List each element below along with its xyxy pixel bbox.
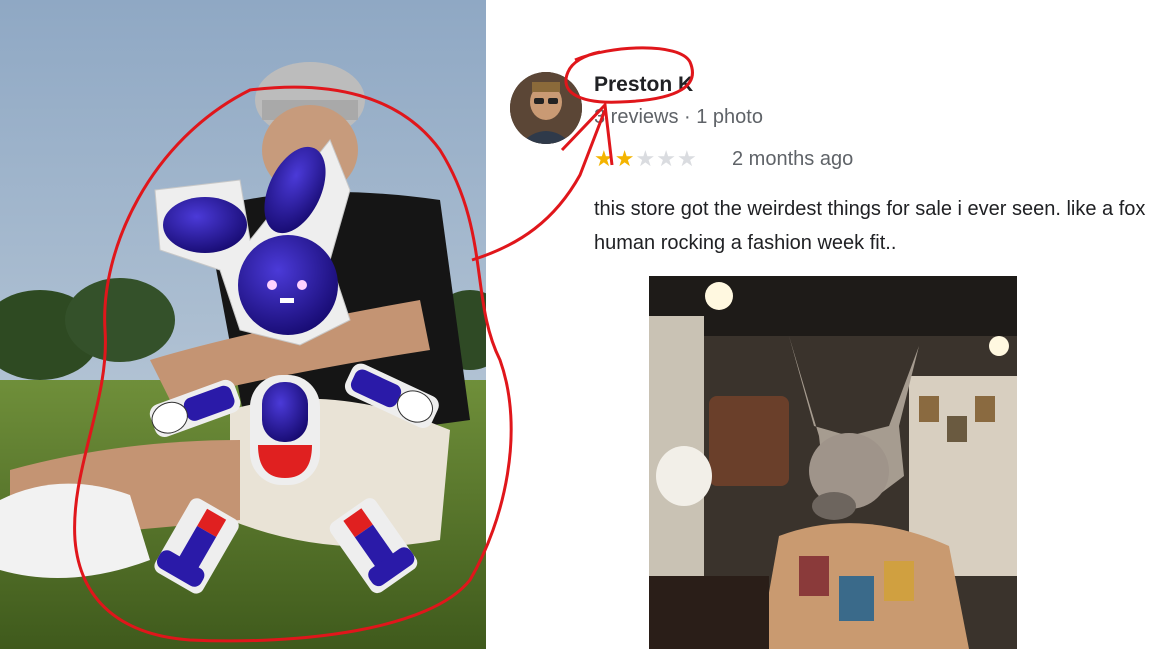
review-time: 2 months ago <box>732 148 854 170</box>
outdoor-photo-image <box>0 0 486 649</box>
star-icon: ★ <box>676 146 698 171</box>
star-icon: ★ <box>635 146 657 171</box>
star-icon: ★ <box>614 146 636 171</box>
rating-stars: ★★★★★ <box>594 146 698 172</box>
reviewer-stats: 3 reviews · 1 photo <box>594 106 763 128</box>
star-icon: ★ <box>594 146 615 171</box>
review-photo[interactable] <box>649 276 1017 649</box>
star-icon: ★ <box>656 146 677 171</box>
review-text: this store got the weirdest things for s… <box>594 198 1146 254</box>
reviewer-name[interactable]: Preston K <box>594 73 693 97</box>
review-card: Preston K 3 reviews · 1 photo ★★★★★ 2 mo… <box>486 0 1170 649</box>
outdoor-photo <box>0 0 486 649</box>
avatar[interactable] <box>510 72 582 144</box>
